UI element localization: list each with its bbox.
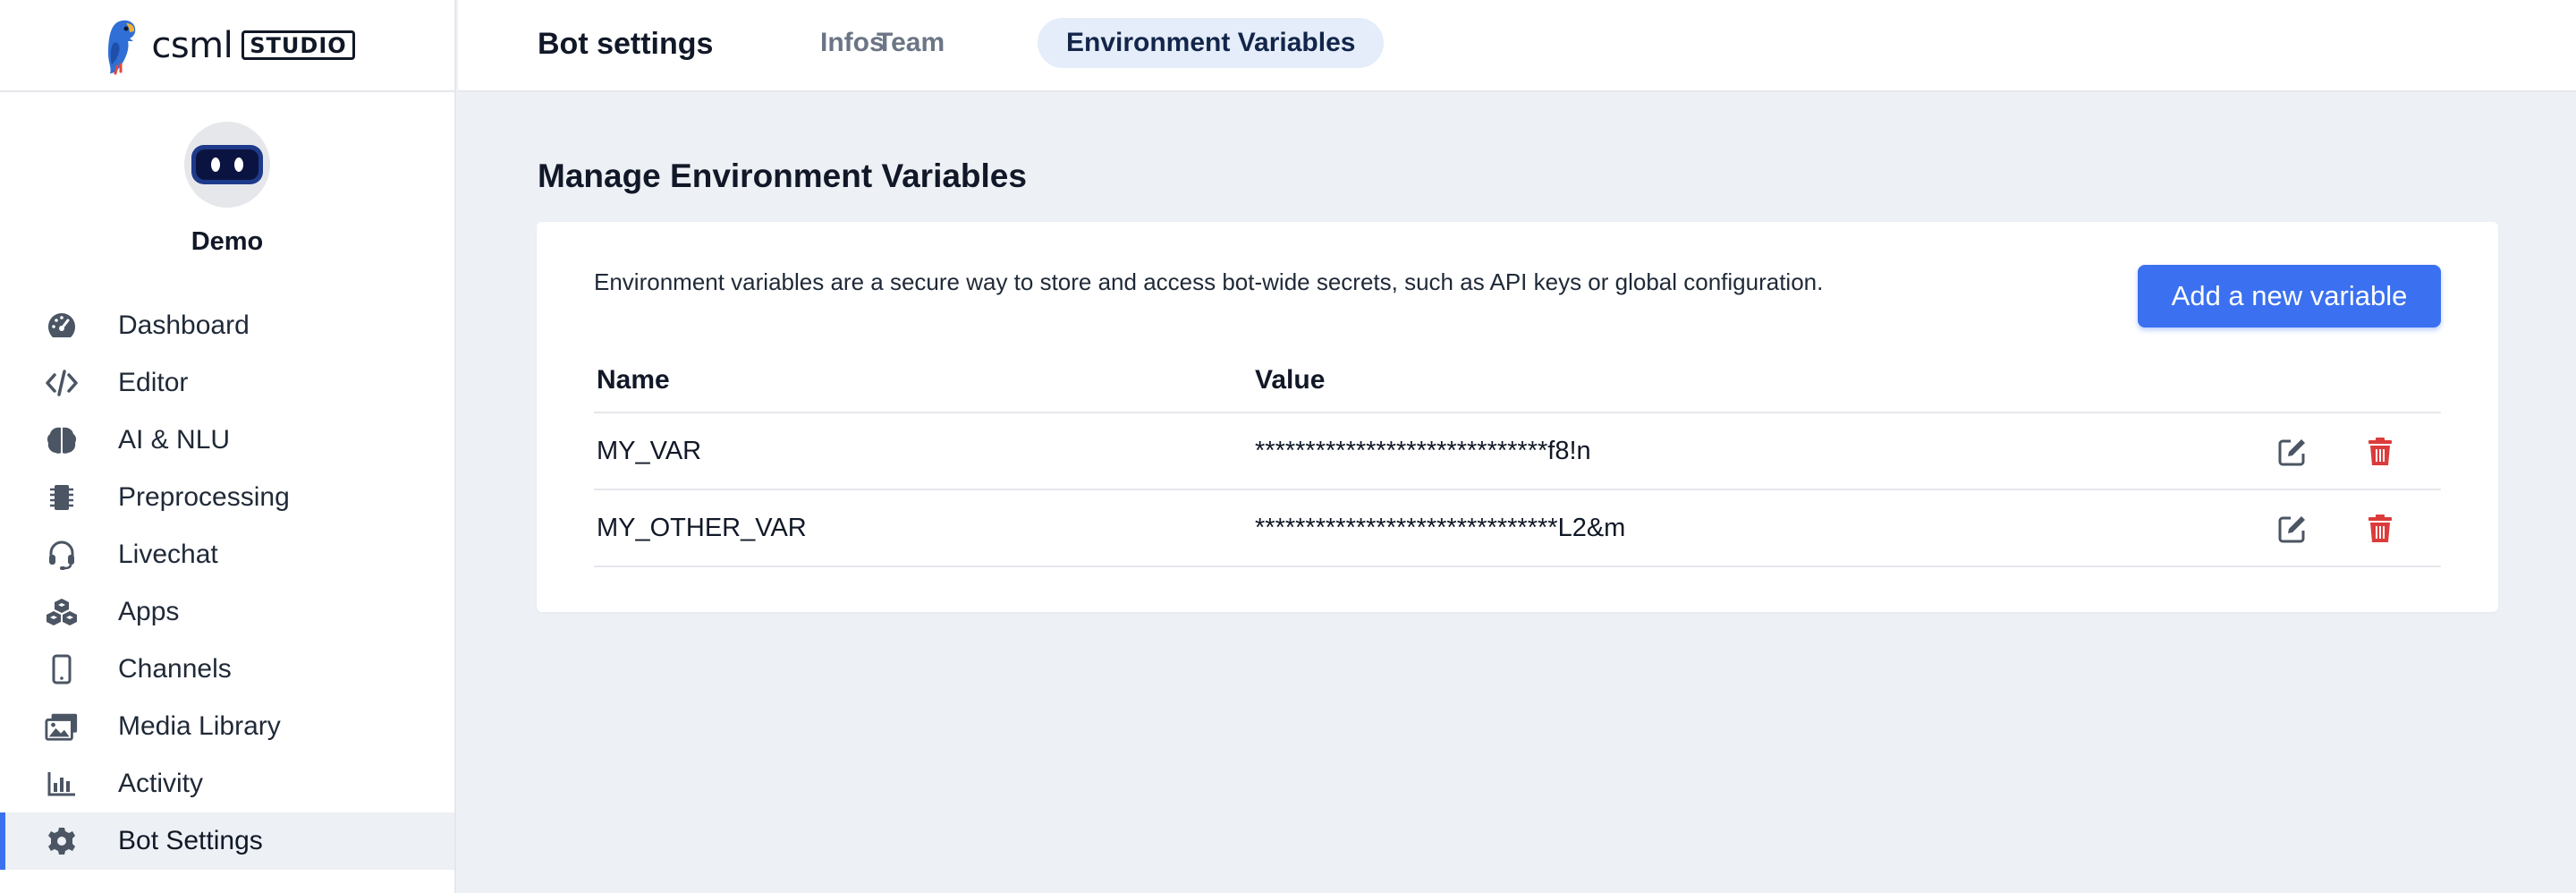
tab-environment-variables[interactable]: Environment Variables: [1038, 18, 1385, 68]
page-title: Bot settings: [538, 27, 714, 61]
sidebar-item-livechat[interactable]: Livechat: [0, 526, 454, 583]
card-description: Environment variables are a secure way t…: [594, 268, 1824, 295]
cubes-icon: [45, 595, 79, 629]
sidebar-item-label: AI & NLU: [118, 425, 231, 455]
sidebar-item-label: Apps: [118, 597, 180, 626]
sidebar-item-label: Editor: [118, 368, 189, 397]
sidebar-item-label: Livechat: [118, 540, 218, 569]
table-header: Name Value: [594, 351, 2441, 413]
logo[interactable]: csml STUDIO: [0, 0, 454, 92]
column-header-name: Name: [597, 365, 670, 395]
edit-icon[interactable]: [2275, 512, 2309, 546]
sidebar-item-label: Activity: [118, 769, 204, 798]
sidebar-item-channels[interactable]: Channels: [0, 641, 454, 698]
top-bar: Bot settings Infos Team Environment Vari…: [458, 0, 2576, 92]
images-icon: [45, 710, 79, 744]
gear-icon: [45, 824, 79, 858]
sidebar-item-apps[interactable]: Apps: [0, 583, 454, 641]
env-variables-card: Environment variables are a secure way t…: [537, 222, 2498, 612]
table-row: MY_OTHER_VAR ***************************…: [594, 490, 2441, 567]
sidebar-item-label: Media Library: [118, 711, 281, 741]
logo-badge: STUDIO: [242, 30, 355, 60]
bar-chart-icon: [45, 767, 79, 801]
trash-icon[interactable]: [2363, 512, 2397, 546]
robot-face-icon: [191, 145, 263, 184]
code-icon: [45, 366, 79, 400]
sidebar-item-label: Preprocessing: [118, 482, 290, 512]
bot-name: Demo: [191, 227, 264, 256]
sidebar-item-editor[interactable]: Editor: [0, 354, 454, 412]
env-variables-table: Name Value MY_VAR **********************…: [594, 351, 2441, 567]
sidebar-nav: Dashboard Editor AI & NLU Preprocessing …: [0, 297, 454, 870]
chip-icon: [45, 481, 79, 515]
table-row: MY_VAR *****************************f8!n: [594, 413, 2441, 490]
variable-value: ******************************L2&m: [1255, 514, 1626, 542]
mobile-icon: [45, 652, 79, 686]
sidebar-item-label: Dashboard: [118, 310, 250, 340]
sidebar-item-activity[interactable]: Activity: [0, 755, 454, 812]
add-variable-button[interactable]: Add a new variable: [2138, 265, 2441, 327]
parrot-logo-icon: [108, 20, 136, 74]
column-header-value: Value: [1255, 365, 1326, 395]
sidebar-item-dashboard[interactable]: Dashboard: [0, 297, 454, 354]
gauge-icon: [45, 309, 79, 343]
section-title: Manage Environment Variables: [538, 157, 1027, 194]
variable-name: MY_OTHER_VAR: [597, 514, 807, 542]
brain-icon: [45, 423, 79, 457]
trash-icon[interactable]: [2363, 435, 2397, 469]
sidebar-item-preprocessing[interactable]: Preprocessing: [0, 469, 454, 526]
edit-icon[interactable]: [2275, 435, 2309, 469]
variable-value: *****************************f8!n: [1255, 437, 1591, 465]
logo-text: csml: [151, 24, 233, 66]
bot-profile: Demo: [0, 92, 454, 257]
headset-icon: [45, 538, 79, 572]
bot-avatar[interactable]: [184, 122, 270, 208]
sidebar-item-media-library[interactable]: Media Library: [0, 698, 454, 755]
sidebar-item-bot-settings[interactable]: Bot Settings: [0, 812, 454, 870]
variable-name: MY_VAR: [597, 437, 702, 465]
sidebar-item-label: Channels: [118, 654, 232, 684]
sidebar-item-ai-nlu[interactable]: AI & NLU: [0, 412, 454, 469]
tab-team[interactable]: Team: [848, 18, 973, 68]
sidebar: csml STUDIO Demo Dashboard Editor AI & N…: [0, 0, 456, 893]
sidebar-item-label: Bot Settings: [118, 826, 263, 855]
